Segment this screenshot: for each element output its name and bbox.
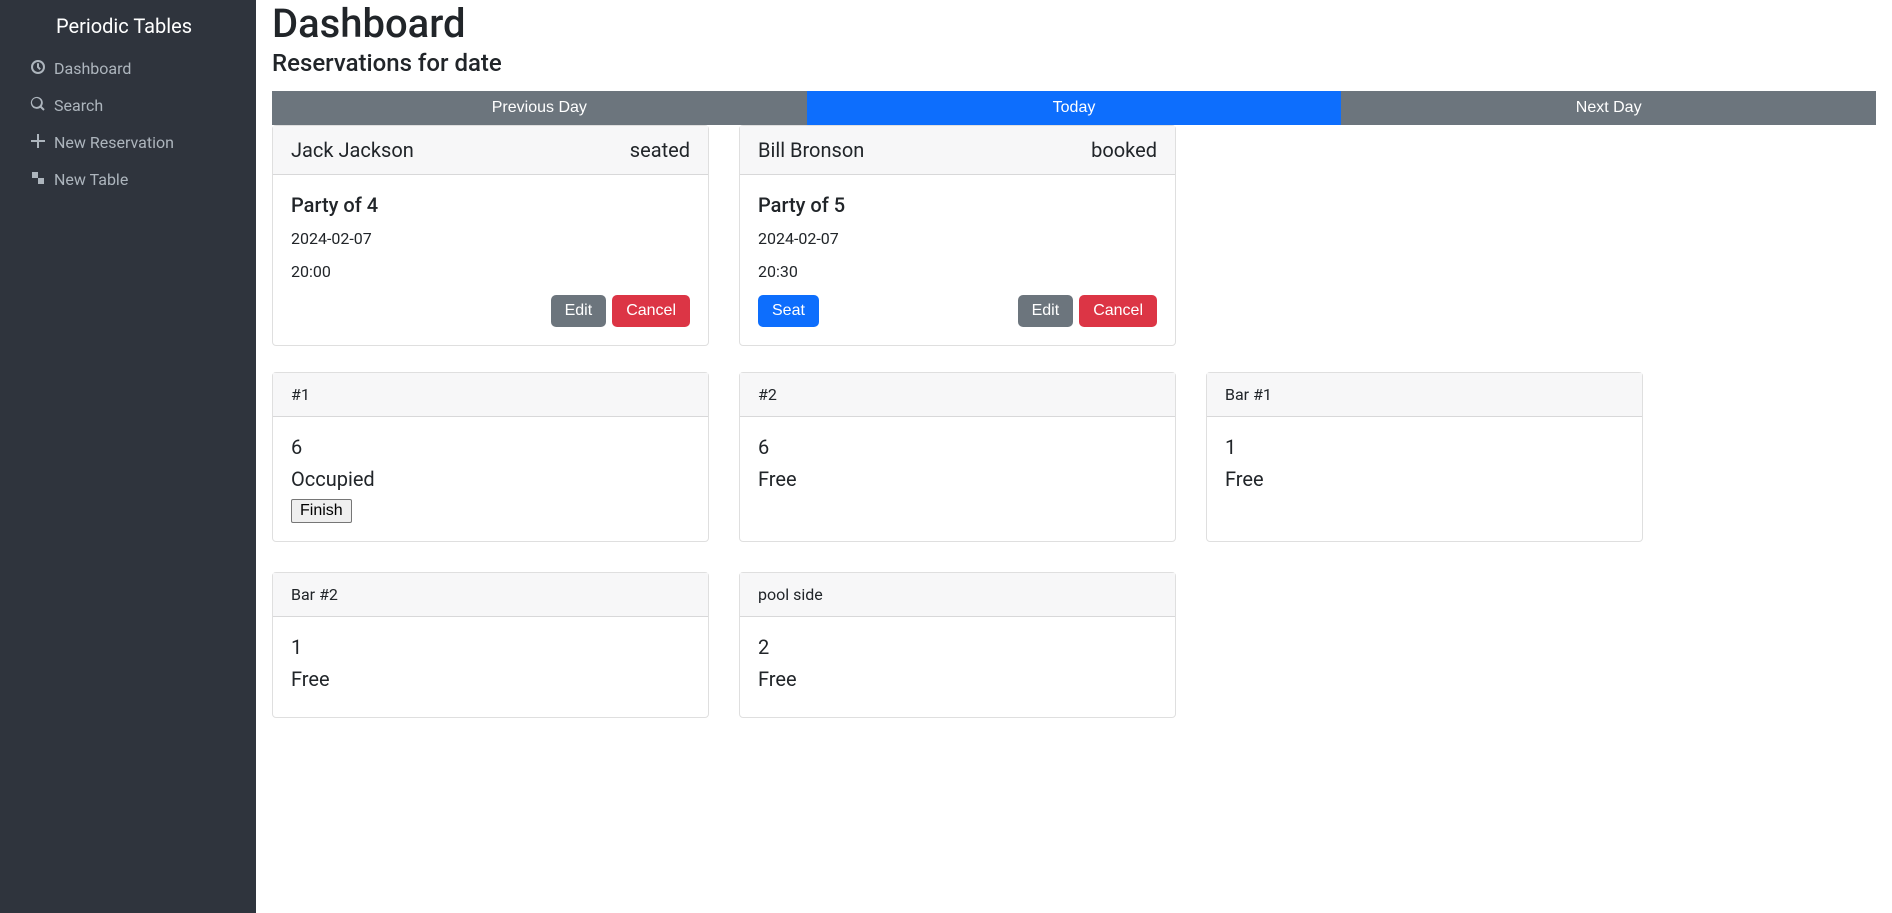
edit-button[interactable]: Edit [1018, 295, 1074, 327]
cancel-button[interactable]: Cancel [612, 295, 690, 327]
sidebar-item-new-table[interactable]: New Table [16, 161, 240, 198]
reservation-date: 2024-02-07 [758, 229, 1157, 248]
table-capacity: 6 [758, 435, 1157, 459]
table-status: Free [758, 667, 1157, 691]
table-status: Free [291, 667, 690, 691]
sidebar-brand[interactable]: Periodic Tables [0, 10, 256, 50]
reservation-card-body: Party of 5 2024-02-07 20:30 Seat EditCancel [740, 175, 1175, 345]
table-name: pool side [758, 585, 823, 604]
table-card: pool side 2 Free [739, 572, 1176, 718]
reservation-name: Jack Jackson [291, 138, 414, 162]
reservation-card-header: Jack Jackson seated [273, 126, 708, 175]
table-status: Free [1225, 467, 1624, 491]
reservation-time: 20:00 [291, 262, 690, 281]
reservation-party: Party of 5 [758, 193, 1157, 217]
reservation-status: seated [630, 138, 690, 162]
reservation-card: Bill Bronson booked Party of 5 2024-02-07 20… [739, 125, 1176, 346]
table-card: #2 6 Free [739, 372, 1176, 542]
next-day-button[interactable]: Next Day [1341, 91, 1876, 125]
table-card-header: Bar #1 [1207, 373, 1642, 417]
table-status: Occupied [291, 467, 690, 491]
table-capacity: 1 [291, 635, 690, 659]
table-card: Bar #1 1 Free [1206, 372, 1643, 542]
table-capacity: 2 [758, 635, 1157, 659]
layers-icon [30, 170, 46, 190]
seat-button[interactable]: Seat [758, 295, 819, 327]
reservation-status: booked [1091, 138, 1157, 162]
search-icon [30, 96, 46, 116]
table-card-body: 1 Free [273, 617, 708, 717]
page-subtitle: Reservations for date [272, 49, 1876, 77]
previous-day-button[interactable]: Previous Day [272, 91, 807, 125]
reservation-name: Bill Bronson [758, 138, 864, 162]
plus-icon [30, 133, 46, 153]
sidebar-item-dashboard[interactable]: Dashboard [16, 50, 240, 87]
sidebar-item-new-reservation[interactable]: New Reservation [16, 124, 240, 161]
sidebar-item-label: New Table [54, 170, 128, 189]
sidebar-item-search[interactable]: Search [16, 87, 240, 124]
cancel-button[interactable]: Cancel [1079, 295, 1157, 327]
table-card-body: 2 Free [740, 617, 1175, 717]
finish-button[interactable]: Finish [291, 499, 352, 523]
table-card-header: #2 [740, 373, 1175, 417]
table-capacity: 1 [1225, 435, 1624, 459]
main-content: Dashboard Reservations for date Previous… [256, 0, 1892, 913]
edit-button[interactable]: Edit [551, 295, 607, 327]
reservation-party: Party of 4 [291, 193, 690, 217]
table-card-header: Bar #2 [273, 573, 708, 617]
dashboard-icon [30, 59, 46, 79]
day-nav: Previous Day Today Next Day [272, 91, 1876, 125]
reservation-card: Jack Jackson seated Party of 4 2024-02-07 20… [272, 125, 709, 346]
today-button[interactable]: Today [807, 91, 1342, 125]
page-title: Dashboard [272, 0, 1876, 47]
table-name: #1 [291, 385, 310, 404]
reservation-card-body: Party of 4 2024-02-07 20:00 EditCancel [273, 175, 708, 345]
table-card-header: pool side [740, 573, 1175, 617]
table-card-header: #1 [273, 373, 708, 417]
table-card-body: 6 Free [740, 417, 1175, 517]
sidebar-nav: Dashboard Search New Reservation New Tab… [0, 50, 256, 198]
table-name: #2 [758, 385, 777, 404]
sidebar: Periodic Tables Dashboard Search New Res… [0, 0, 256, 913]
table-status: Free [758, 467, 1157, 491]
sidebar-item-label: New Reservation [54, 133, 174, 152]
tables-list: #16OccupiedFinish#26FreeBar #11FreeBar #… [272, 372, 1876, 718]
table-card-body: 6 Occupied Finish [273, 417, 708, 541]
sidebar-item-label: Search [54, 96, 103, 115]
reservation-card-header: Bill Bronson booked [740, 126, 1175, 175]
table-card: Bar #2 1 Free [272, 572, 709, 718]
sidebar-item-label: Dashboard [54, 59, 131, 78]
table-card: #1 6 Occupied Finish [272, 372, 709, 542]
reservations-list: Jack Jackson seated Party of 4 2024-02-07 20… [272, 125, 1876, 346]
table-name: Bar #1 [1225, 385, 1272, 404]
reservation-actions: EditCancel [291, 295, 690, 327]
reservation-time: 20:30 [758, 262, 1157, 281]
reservation-actions: Seat EditCancel [758, 295, 1157, 327]
table-name: Bar #2 [291, 585, 338, 604]
table-capacity: 6 [291, 435, 690, 459]
table-card-body: 1 Free [1207, 417, 1642, 517]
reservation-date: 2024-02-07 [291, 229, 690, 248]
